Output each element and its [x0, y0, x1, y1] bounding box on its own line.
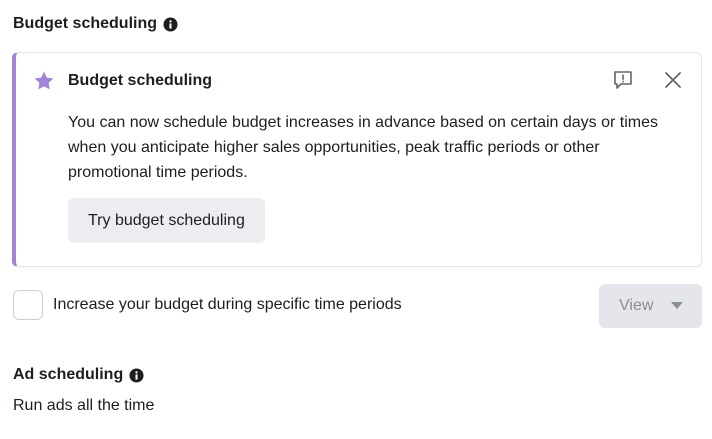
close-icon[interactable]	[663, 70, 683, 90]
budget-scheduling-title: Budget scheduling	[13, 15, 157, 32]
ad-scheduling-title: Ad scheduling	[13, 366, 124, 383]
ad-scheduling-value: Run ads all the time	[13, 397, 155, 414]
ad-scheduling-heading: Ad scheduling	[13, 366, 144, 384]
info-icon[interactable]	[163, 16, 178, 32]
promo-card-title: Budget scheduling	[68, 72, 212, 89]
increase-budget-checkbox[interactable]	[13, 290, 43, 320]
view-dropdown-button: View	[599, 284, 702, 328]
increase-budget-label[interactable]: Increase your budget during specific tim…	[53, 296, 402, 314]
star-icon	[33, 70, 55, 92]
budget-scheduling-heading: Budget scheduling	[13, 15, 178, 33]
caret-down-icon	[671, 302, 683, 309]
info-icon[interactable]	[129, 367, 144, 383]
promo-card-body: You can now schedule budget increases in…	[68, 114, 659, 181]
budget-scheduling-promo-card: Budget scheduling You can now schedule b…	[12, 52, 702, 267]
feedback-icon[interactable]	[612, 69, 634, 91]
try-budget-scheduling-button[interactable]: Try budget scheduling	[68, 198, 265, 243]
view-button-label: View	[619, 297, 654, 314]
